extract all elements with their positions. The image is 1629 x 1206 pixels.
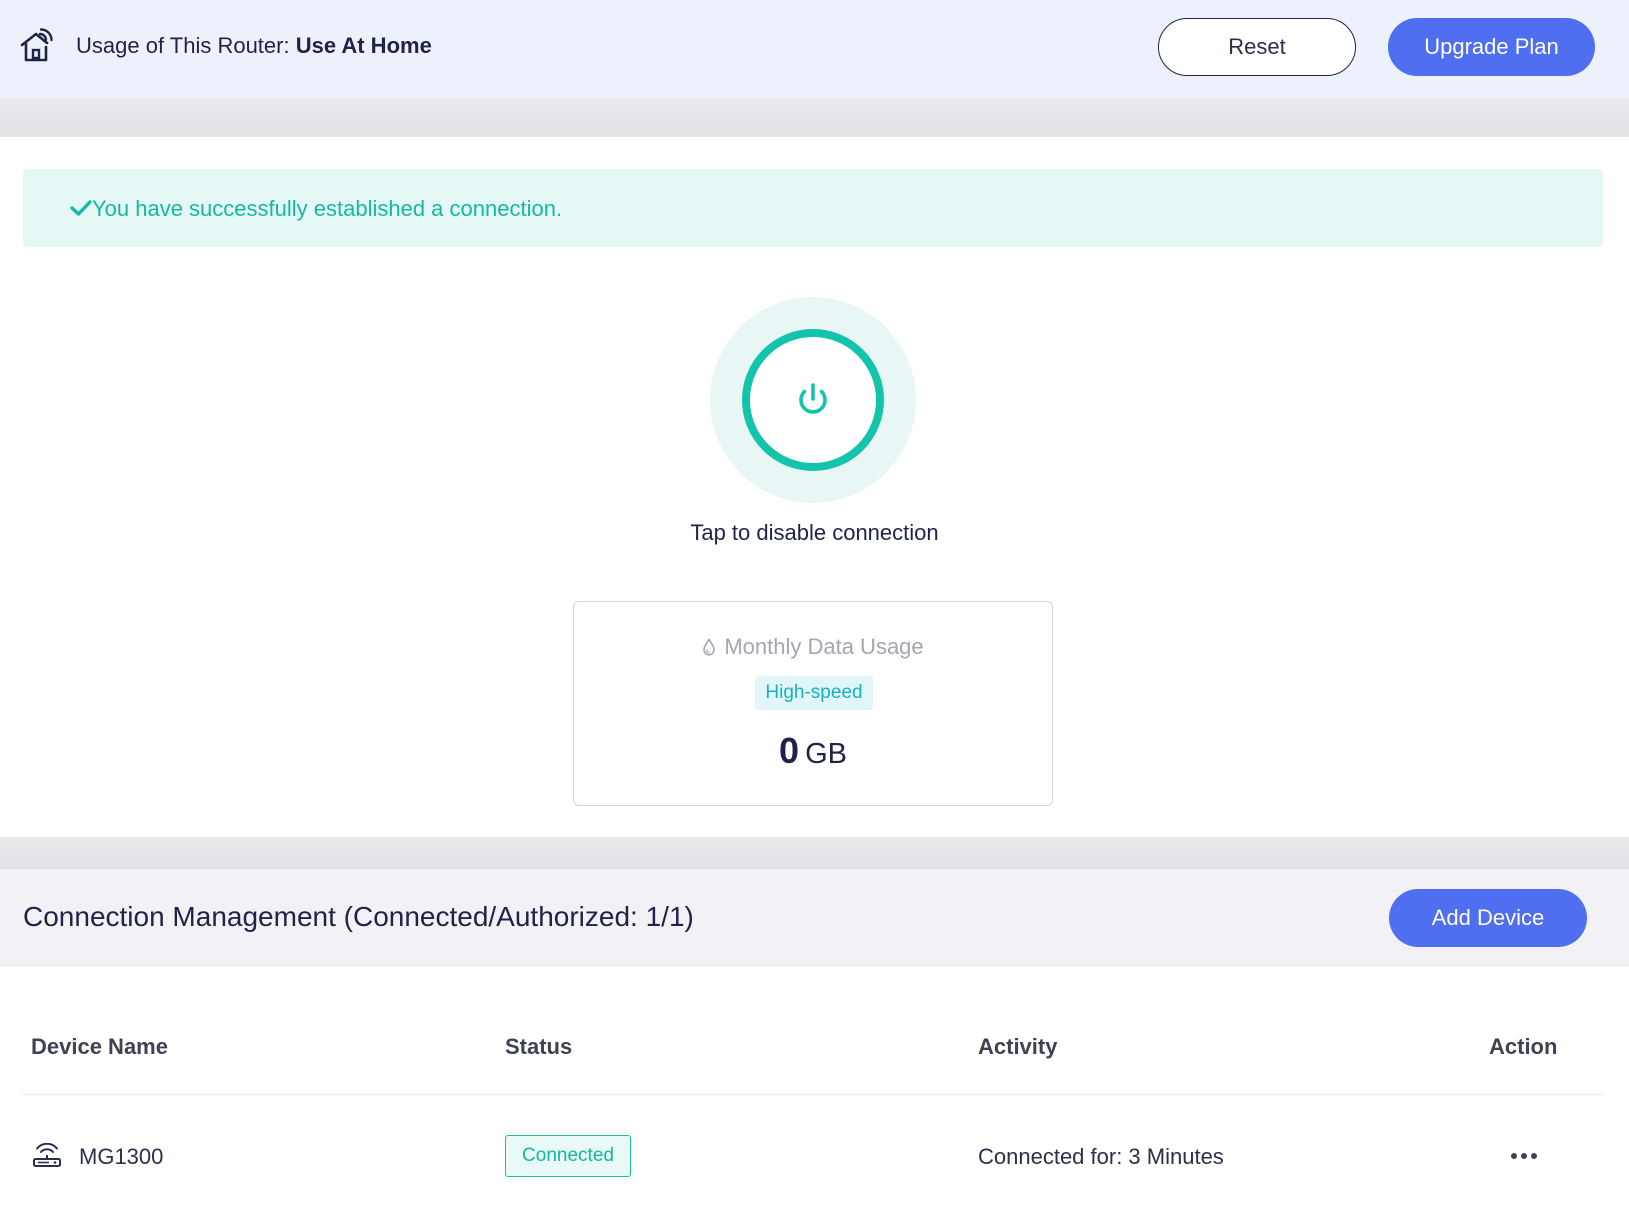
router-usage-value: Use At Home (295, 33, 432, 58)
table-divider (23, 1094, 1603, 1095)
column-header-activity: Activity (978, 1034, 1058, 1059)
power-caption: Tap to disable connection (690, 520, 939, 545)
connection-management-title: Connection Management (Connected/Authori… (23, 901, 694, 932)
check-icon (70, 200, 92, 216)
column-header-device-name: Device Name (31, 1034, 168, 1059)
more-icon[interactable] (1508, 1146, 1540, 1166)
column-header-action: Action (1489, 1034, 1558, 1059)
device-name: MG1300 (79, 1144, 164, 1169)
connection-management-header: Connection Management (Connected/Authori… (0, 869, 1629, 966)
power-icon (799, 383, 827, 414)
upgrade-plan-button[interactable]: Upgrade Plan (1388, 18, 1595, 76)
section-divider (0, 98, 1629, 137)
droplet-icon (703, 638, 716, 656)
speed-badge: High-speed (755, 676, 873, 710)
router-icon (33, 1143, 61, 1167)
success-message: You have successfully established a conn… (92, 196, 563, 221)
status-badge: Connected (505, 1135, 631, 1177)
power-toggle-button[interactable] (710, 297, 916, 503)
device-activity: Connected for: 3 Minutes (978, 1144, 1224, 1169)
router-usage-title: Usage of This Router: Use At Home (76, 33, 432, 59)
usage-value: 0 GB (574, 730, 1052, 772)
top-header: Usage of This Router: Use At Home Reset … (0, 0, 1629, 98)
section-divider (0, 837, 1629, 869)
usage-title: Monthly Data Usage (574, 634, 1052, 660)
usage-title-text: Monthly Data Usage (724, 634, 924, 659)
monthly-usage-card: Monthly Data Usage High-speed 0 GB (573, 601, 1053, 806)
usage-amount: 0 (779, 730, 800, 771)
router-usage-label: Usage of This Router: (76, 33, 296, 58)
add-device-button[interactable]: Add Device (1389, 889, 1587, 947)
home-wifi-icon (20, 28, 53, 62)
reset-button[interactable]: Reset (1158, 18, 1356, 76)
usage-unit: GB (805, 738, 847, 770)
column-header-status: Status (505, 1034, 573, 1059)
